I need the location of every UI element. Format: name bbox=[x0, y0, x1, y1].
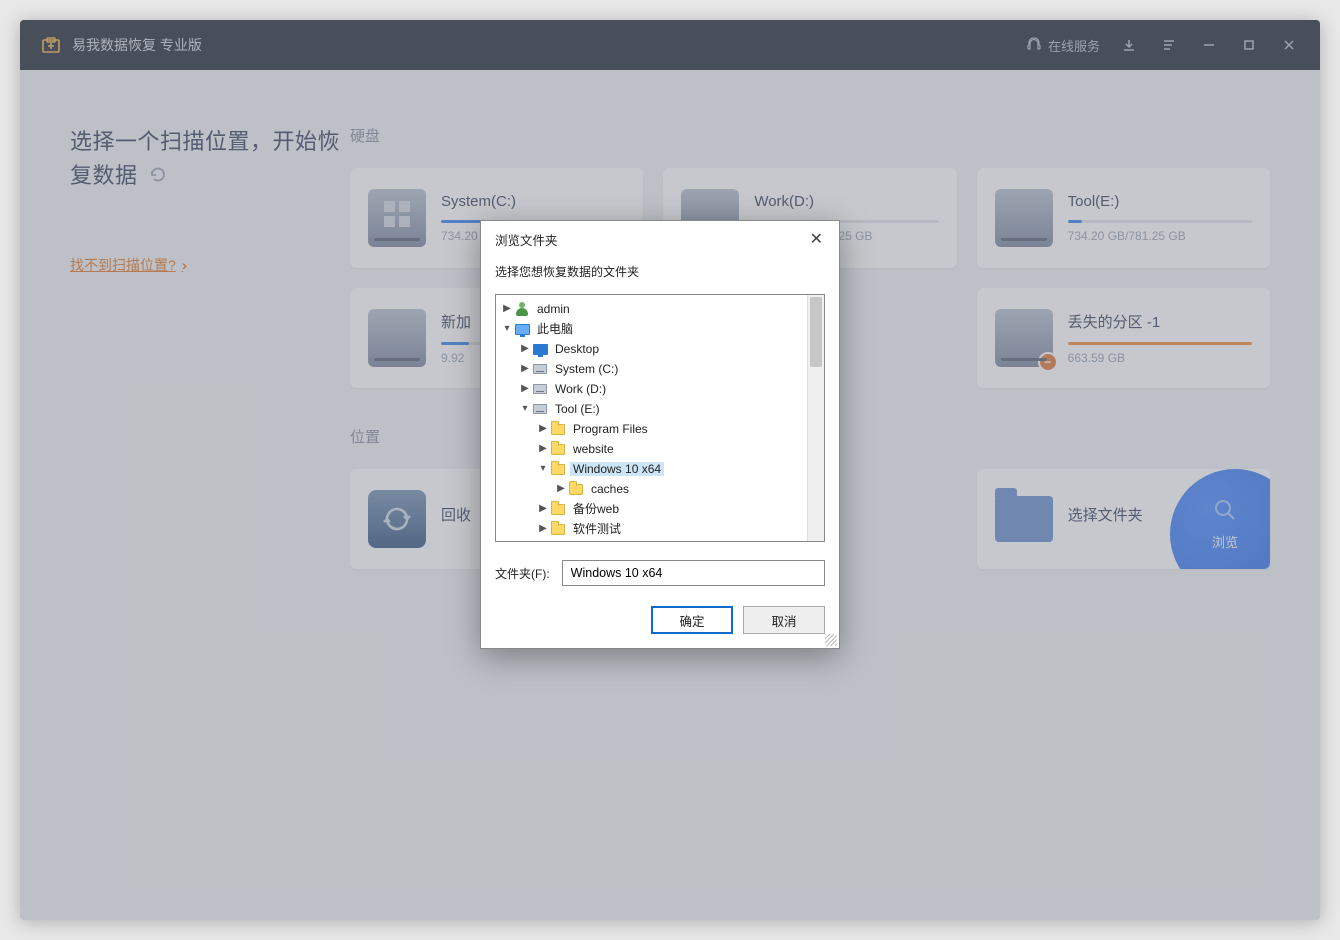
folder-name-input[interactable] bbox=[562, 560, 825, 586]
tree-item-website[interactable]: ▶website bbox=[500, 439, 824, 459]
tree-item-caches[interactable]: ▶caches bbox=[500, 479, 824, 499]
ok-button[interactable]: 确定 bbox=[651, 606, 733, 634]
dialog-subtitle: 选择您想恢复数据的文件夹 bbox=[481, 259, 839, 294]
tree-item-this-pc[interactable]: ▾此电脑 bbox=[500, 319, 824, 339]
browse-folder-dialog: 浏览文件夹 ✕ 选择您想恢复数据的文件夹 ▶admin ▾此电脑 ▶Deskto… bbox=[480, 220, 840, 649]
tree-item-program-files[interactable]: ▶Program Files bbox=[500, 419, 824, 439]
tree-item-admin[interactable]: ▶admin bbox=[500, 299, 824, 319]
dialog-button-row: 确定 取消 bbox=[481, 596, 839, 648]
tree-item-desktop[interactable]: ▶Desktop bbox=[500, 339, 824, 359]
dialog-folder-label: 文件夹(F): bbox=[495, 565, 550, 582]
tree-item-work-d[interactable]: ▶Work (D:) bbox=[500, 379, 824, 399]
resize-grip-icon[interactable] bbox=[825, 634, 837, 646]
tree-scrollbar[interactable] bbox=[807, 295, 824, 541]
tree-item-system-c[interactable]: ▶System (C:) bbox=[500, 359, 824, 379]
dialog-title: 浏览文件夹 bbox=[495, 230, 558, 249]
tree-item-backup-web[interactable]: ▶备份web bbox=[500, 499, 824, 519]
tree-item-windows10x64[interactable]: ▾Windows 10 x64 bbox=[500, 459, 824, 479]
cancel-button[interactable]: 取消 bbox=[743, 606, 825, 634]
tree-item-my-backup-files[interactable]: 我的备份文件 bbox=[500, 539, 824, 542]
tree-item-software-test[interactable]: ▶软件测试 bbox=[500, 519, 824, 539]
dialog-close-icon[interactable]: ✕ bbox=[806, 229, 827, 249]
dialog-folder-field-row: 文件夹(F): bbox=[481, 542, 839, 596]
dialog-title-bar: 浏览文件夹 ✕ bbox=[481, 221, 839, 259]
tree-item-tool-e[interactable]: ▾Tool (E:) bbox=[500, 399, 824, 419]
folder-tree: ▶admin ▾此电脑 ▶Desktop ▶System (C:) ▶Work … bbox=[495, 294, 825, 542]
